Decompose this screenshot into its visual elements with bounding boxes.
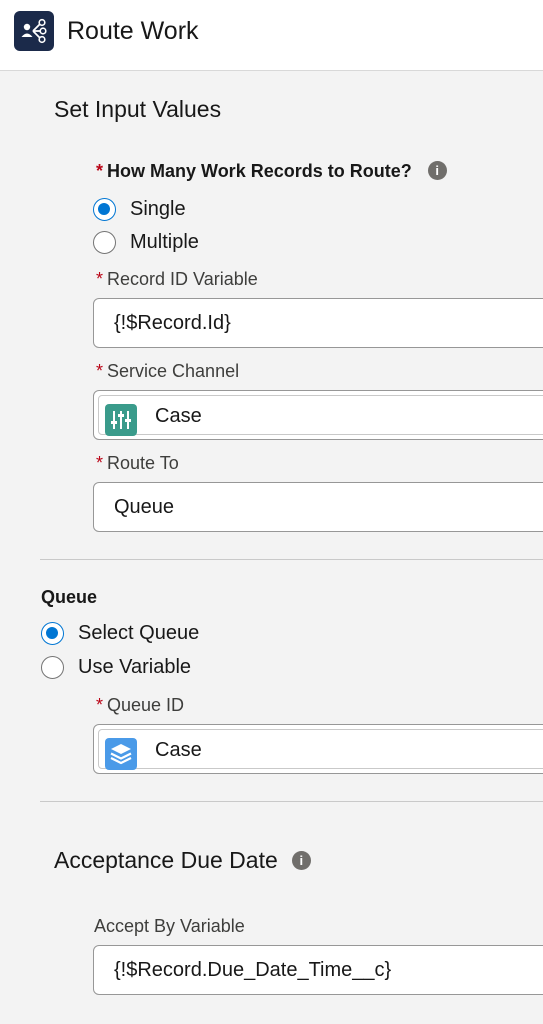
- radio-single-label: Single: [130, 197, 186, 220]
- route-to-value: Queue: [114, 496, 175, 518]
- record-id-label-text: Record ID Variable: [107, 269, 258, 289]
- radio-use-variable[interactable]: Use Variable: [41, 653, 191, 681]
- required-marker: *: [96, 269, 104, 289]
- how-many-label: * How Many Work Records to Route? i: [96, 161, 447, 182]
- radio-multiple[interactable]: Multiple: [93, 228, 199, 256]
- record-id-label: * Record ID Variable: [96, 269, 258, 290]
- radio-select-queue-label: Select Queue: [78, 621, 200, 644]
- set-input-values-heading: Set Input Values: [54, 96, 222, 122]
- how-many-label-text: How Many Work Records to Route?: [107, 161, 412, 181]
- panel-header: Route Work: [0, 0, 543, 71]
- panel-title: Route Work: [67, 17, 199, 45]
- queue-id-value: Case: [155, 739, 202, 761]
- accept-by-value: {!$Record.Due_Date_Time__c}: [114, 959, 392, 981]
- record-id-value: {!$Record.Id}: [114, 312, 231, 334]
- required-marker: *: [96, 453, 104, 473]
- radio-button-checked[interactable]: [41, 621, 64, 645]
- service-channel-lookup[interactable]: Case: [93, 390, 543, 440]
- info-icon[interactable]: i: [427, 161, 447, 180]
- queue-stack-icon: [105, 738, 137, 770]
- route-to-select[interactable]: Queue: [93, 482, 543, 532]
- service-channel-value: Case: [155, 405, 202, 427]
- lookup-pill[interactable]: Case: [98, 729, 543, 770]
- queue-heading: Queue: [41, 587, 98, 607]
- radio-button-unchecked[interactable]: [41, 655, 64, 679]
- properties-panel: Set Input Values * How Many Work Records …: [0, 71, 543, 1024]
- service-channel-label-text: Service Channel: [107, 361, 240, 381]
- required-marker: *: [96, 161, 104, 181]
- required-marker: *: [96, 361, 104, 381]
- record-id-input[interactable]: {!$Record.Id}: [93, 298, 543, 348]
- service-channel-icon: [105, 404, 137, 436]
- radio-single[interactable]: Single: [93, 195, 186, 223]
- accept-by-label: Accept By Variable: [94, 916, 245, 936]
- lookup-pill[interactable]: Case: [98, 395, 543, 436]
- radio-button-checked[interactable]: [93, 197, 116, 221]
- section-divider: [40, 801, 543, 802]
- acceptance-due-date-text: Acceptance Due Date: [54, 847, 278, 873]
- route-to-label-text: Route To: [107, 453, 179, 473]
- route-to-label: * Route To: [96, 453, 179, 474]
- accept-by-input[interactable]: {!$Record.Due_Date_Time__c}: [93, 945, 543, 995]
- required-marker: *: [96, 695, 104, 715]
- section-divider: [40, 559, 543, 560]
- acceptance-due-date-heading: Acceptance Due Date i: [54, 847, 311, 874]
- radio-use-variable-label: Use Variable: [78, 655, 192, 678]
- radio-select-queue[interactable]: Select Queue: [41, 619, 199, 647]
- service-channel-label: * Service Channel: [96, 361, 239, 382]
- route-work-icon: [14, 11, 54, 51]
- queue-id-label-text: Queue ID: [107, 695, 185, 715]
- radio-multiple-label: Multiple: [130, 230, 199, 253]
- queue-id-label: * Queue ID: [96, 695, 184, 716]
- queue-id-lookup[interactable]: Case: [93, 724, 543, 774]
- radio-button-unchecked[interactable]: [93, 230, 116, 254]
- info-icon[interactable]: i: [291, 851, 311, 870]
